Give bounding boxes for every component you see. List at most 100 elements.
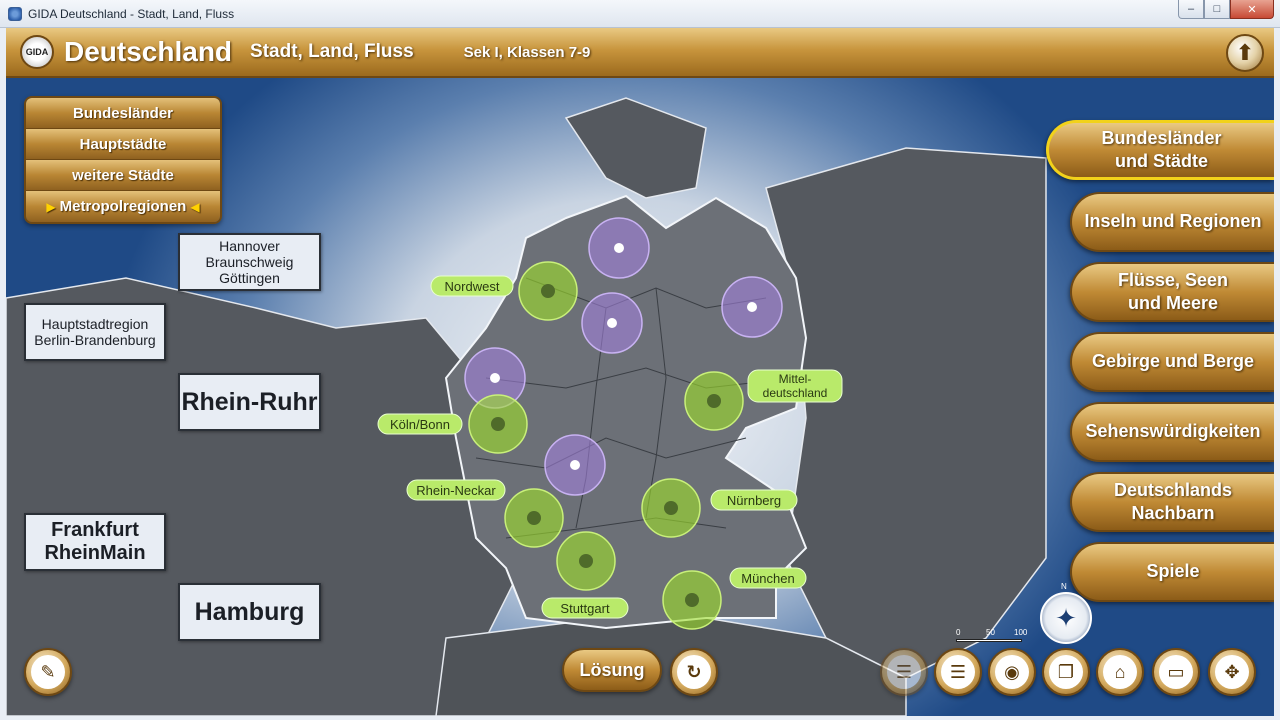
app-subtitle: Stadt, Land, Fluss	[250, 41, 414, 62]
map-label-rhein-neckar: Rhein-Neckar	[406, 479, 506, 501]
answer-line: Braunschweig	[205, 253, 294, 270]
nav-label: Bundesländer	[1101, 127, 1222, 148]
svg-text:Rhein-Neckar: Rhein-Neckar	[416, 483, 496, 498]
app-canvas: Nordwest Mittel- deutschland Köln/Bonn R…	[6, 28, 1274, 716]
answer-line: Berlin-Brandenburg	[34, 332, 156, 348]
notes-icon: ✎	[31, 655, 65, 689]
marker-purple[interactable]	[588, 217, 650, 279]
svg-text:deutschland: deutschland	[763, 386, 828, 400]
nav-spiele[interactable]: Spiele	[1070, 542, 1274, 602]
window-button[interactable]: ▭	[1152, 648, 1200, 696]
marker-green[interactable]	[684, 371, 744, 431]
map-scale: 0 50 100	[956, 628, 1027, 642]
svg-text:Nürnberg: Nürnberg	[727, 493, 781, 508]
window-title: GIDA Deutschland - Stadt, Land, Fluss	[28, 6, 235, 21]
loesung-button[interactable]: Lösung	[562, 648, 662, 692]
map-label-nordwest: Nordwest	[430, 275, 514, 297]
answer-line: Hamburg	[194, 597, 305, 626]
nav-inseln-regionen[interactable]: Inseln und Regionen	[1070, 192, 1274, 252]
grade-level: Sek I, Klassen 7-9	[463, 43, 591, 61]
nav-label: und Meere	[1127, 293, 1219, 313]
marker-green[interactable]	[556, 531, 616, 591]
close-button[interactable]: ✕	[1230, 0, 1274, 19]
copy-button[interactable]: ❐	[1042, 648, 1090, 696]
nav-label: Nachbarn	[1131, 503, 1215, 523]
app-icon	[8, 6, 22, 21]
list-icon: ☰	[887, 655, 921, 689]
map-label-stuttgart: Stuttgart	[541, 597, 629, 619]
nav-deutschlands-nachbarn[interactable]: Deutschlands Nachbarn	[1070, 472, 1274, 532]
neighbour-land-east	[765, 147, 1047, 679]
category-metropolregionen[interactable]: ▶ Metropolregionen ◀	[26, 191, 220, 222]
answer-box-rhein-ruhr[interactable]: Rhein-Ruhr	[178, 373, 321, 431]
selected-marker-left-icon: ▶	[46, 199, 56, 214]
answer-box-hamburg[interactable]: Hamburg	[178, 583, 321, 641]
nav-label: Flüsse, Seen	[1117, 269, 1229, 290]
app-title: Deutschland	[64, 36, 233, 67]
window-titlebar: GIDA Deutschland - Stadt, Land, Fluss – …	[0, 0, 1280, 28]
window-controls: – □ ✕	[1178, 0, 1274, 19]
nav-label: Sehenswürdigkeiten	[1085, 421, 1261, 442]
list-icon: ☰	[941, 655, 975, 689]
marker-green[interactable]	[518, 261, 578, 321]
home-icon: ⌂	[1103, 655, 1137, 689]
copy-icon: ❐	[1049, 655, 1083, 689]
svg-text:Stuttgart: Stuttgart	[560, 601, 610, 616]
category-hauptstaedte[interactable]: Hauptstädte	[26, 129, 220, 160]
camera-button[interactable]: ◉	[988, 648, 1036, 696]
marker-green[interactable]	[662, 570, 722, 630]
nav-label: Gebirge und Berge	[1091, 351, 1255, 372]
minimize-button[interactable]: –	[1178, 0, 1204, 19]
answer-box-hannover[interactable]: Hannover Braunschweig Göttingen	[178, 233, 321, 291]
nav-gebirge-berge[interactable]: Gebirge und Berge	[1070, 332, 1274, 392]
nav-label: und Städte	[1115, 151, 1208, 171]
maximize-button[interactable]: □	[1204, 0, 1230, 19]
neighbour-land-north	[564, 97, 707, 199]
nav-label: Inseln und Regionen	[1084, 211, 1262, 232]
compass-star-icon: ✦	[1055, 602, 1077, 633]
marker-purple[interactable]	[581, 292, 643, 354]
answer-line: RheinMain	[44, 542, 146, 564]
camera-icon: ◉	[995, 655, 1029, 689]
category-bundeslaender[interactable]: Bundesländer	[26, 98, 220, 129]
nav-bundeslaender-staedte[interactable]: Bundesländer und Städte	[1046, 120, 1274, 180]
selected-marker-right-icon: ◀	[190, 199, 200, 214]
nav-fluesse-seen-meere[interactable]: Flüsse, Seen und Meere	[1070, 262, 1274, 322]
nav-sehenswuerdigkeiten[interactable]: Sehenswürdigkeiten	[1070, 402, 1274, 462]
compass-north-label: N	[1061, 582, 1067, 591]
answer-line: Hauptstadtregion	[41, 315, 149, 332]
category-label: Metropolregionen	[59, 198, 187, 215]
reset-button[interactable]: ↻	[670, 648, 718, 696]
answer-box-frankfurt[interactable]: Frankfurt RheinMain	[24, 513, 166, 571]
answer-line: Göttingen	[219, 270, 280, 287]
marker-purple[interactable]	[544, 434, 606, 496]
marker-green[interactable]	[641, 478, 701, 538]
map-label-koeln-bonn: Köln/Bonn	[377, 413, 463, 435]
scale-tick-50: 50	[986, 628, 995, 637]
category-menu: Bundesländer Hauptstädte weitere Städte …	[24, 96, 222, 224]
category-label: Hauptstädte	[79, 135, 167, 153]
category-weitere-staedte[interactable]: weitere Städte	[26, 160, 220, 191]
nav-label: Spiele	[1146, 561, 1200, 582]
app-header: GIDA Deutschland Stadt, Land, Fluss Sek …	[6, 28, 1274, 78]
gida-logo: GIDA	[20, 35, 54, 69]
map-label-muenchen: München	[729, 567, 807, 589]
marker-purple[interactable]	[721, 276, 783, 338]
navigate-button[interactable]: ✥	[1208, 648, 1256, 696]
svg-text:München: München	[741, 571, 794, 586]
marker-green[interactable]	[504, 488, 564, 548]
notes-button[interactable]: ✎	[24, 648, 72, 696]
answer-box-berlin-brandenburg[interactable]: Hauptstadtregion Berlin-Brandenburg	[24, 303, 166, 361]
up-arrow-button[interactable]: ⬆	[1226, 34, 1264, 72]
scale-bar	[956, 639, 1022, 642]
svg-text:Nordwest: Nordwest	[445, 279, 500, 294]
reset-icon: ↻	[677, 655, 711, 689]
answer-line: Rhein-Ruhr	[181, 387, 318, 416]
loesung-label: Lösung	[579, 659, 645, 680]
list-button[interactable]: ☰	[934, 648, 982, 696]
list-button-disabled: ☰	[880, 648, 928, 696]
answer-line: Hannover	[219, 237, 280, 254]
home-button[interactable]: ⌂	[1096, 648, 1144, 696]
marker-green[interactable]	[468, 394, 528, 454]
window-icon: ▭	[1159, 655, 1193, 689]
